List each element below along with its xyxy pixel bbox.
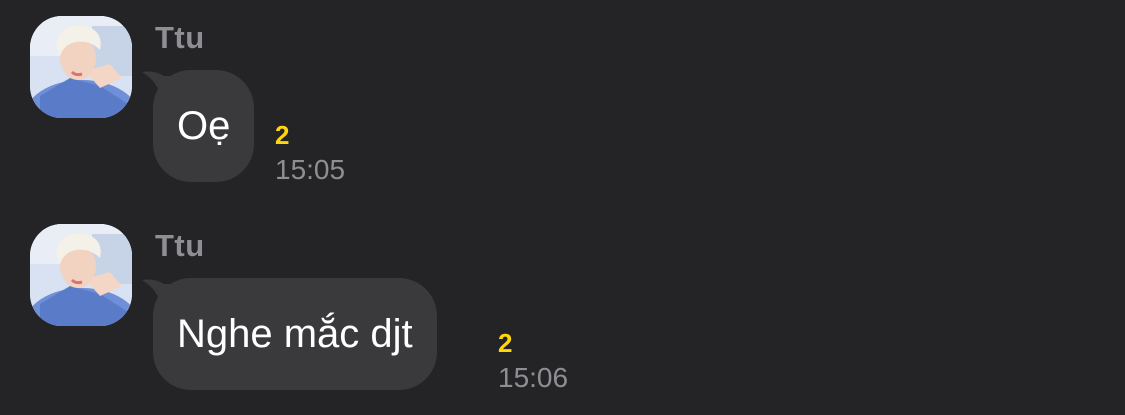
- message-text: Nghe mắc djt: [177, 311, 413, 356]
- unread-count-badge: 2: [498, 328, 513, 358]
- bubble-tail-icon: [142, 279, 184, 312]
- message-bubble[interactable]: Nghe mắc djt: [142, 278, 437, 390]
- chat-message: Ttu Nghe mắc djt 2 15:06: [0, 208, 1125, 398]
- sender-avatar-icon[interactable]: [30, 224, 132, 326]
- message-text: Oẹ: [177, 103, 231, 148]
- chat-message: Ttu Oẹ 2 15:05: [0, 0, 1125, 190]
- message-timestamp: 15:05: [275, 154, 346, 185]
- sender-name: Ttu: [155, 20, 205, 55]
- message-timestamp: 15:06: [498, 362, 569, 393]
- unread-count-badge: 2: [275, 120, 290, 150]
- sender-name: Ttu: [155, 228, 205, 263]
- sender-avatar-icon[interactable]: [30, 16, 132, 118]
- bubble-tail-icon: [142, 71, 184, 104]
- message-bubble[interactable]: Oẹ: [142, 70, 255, 182]
